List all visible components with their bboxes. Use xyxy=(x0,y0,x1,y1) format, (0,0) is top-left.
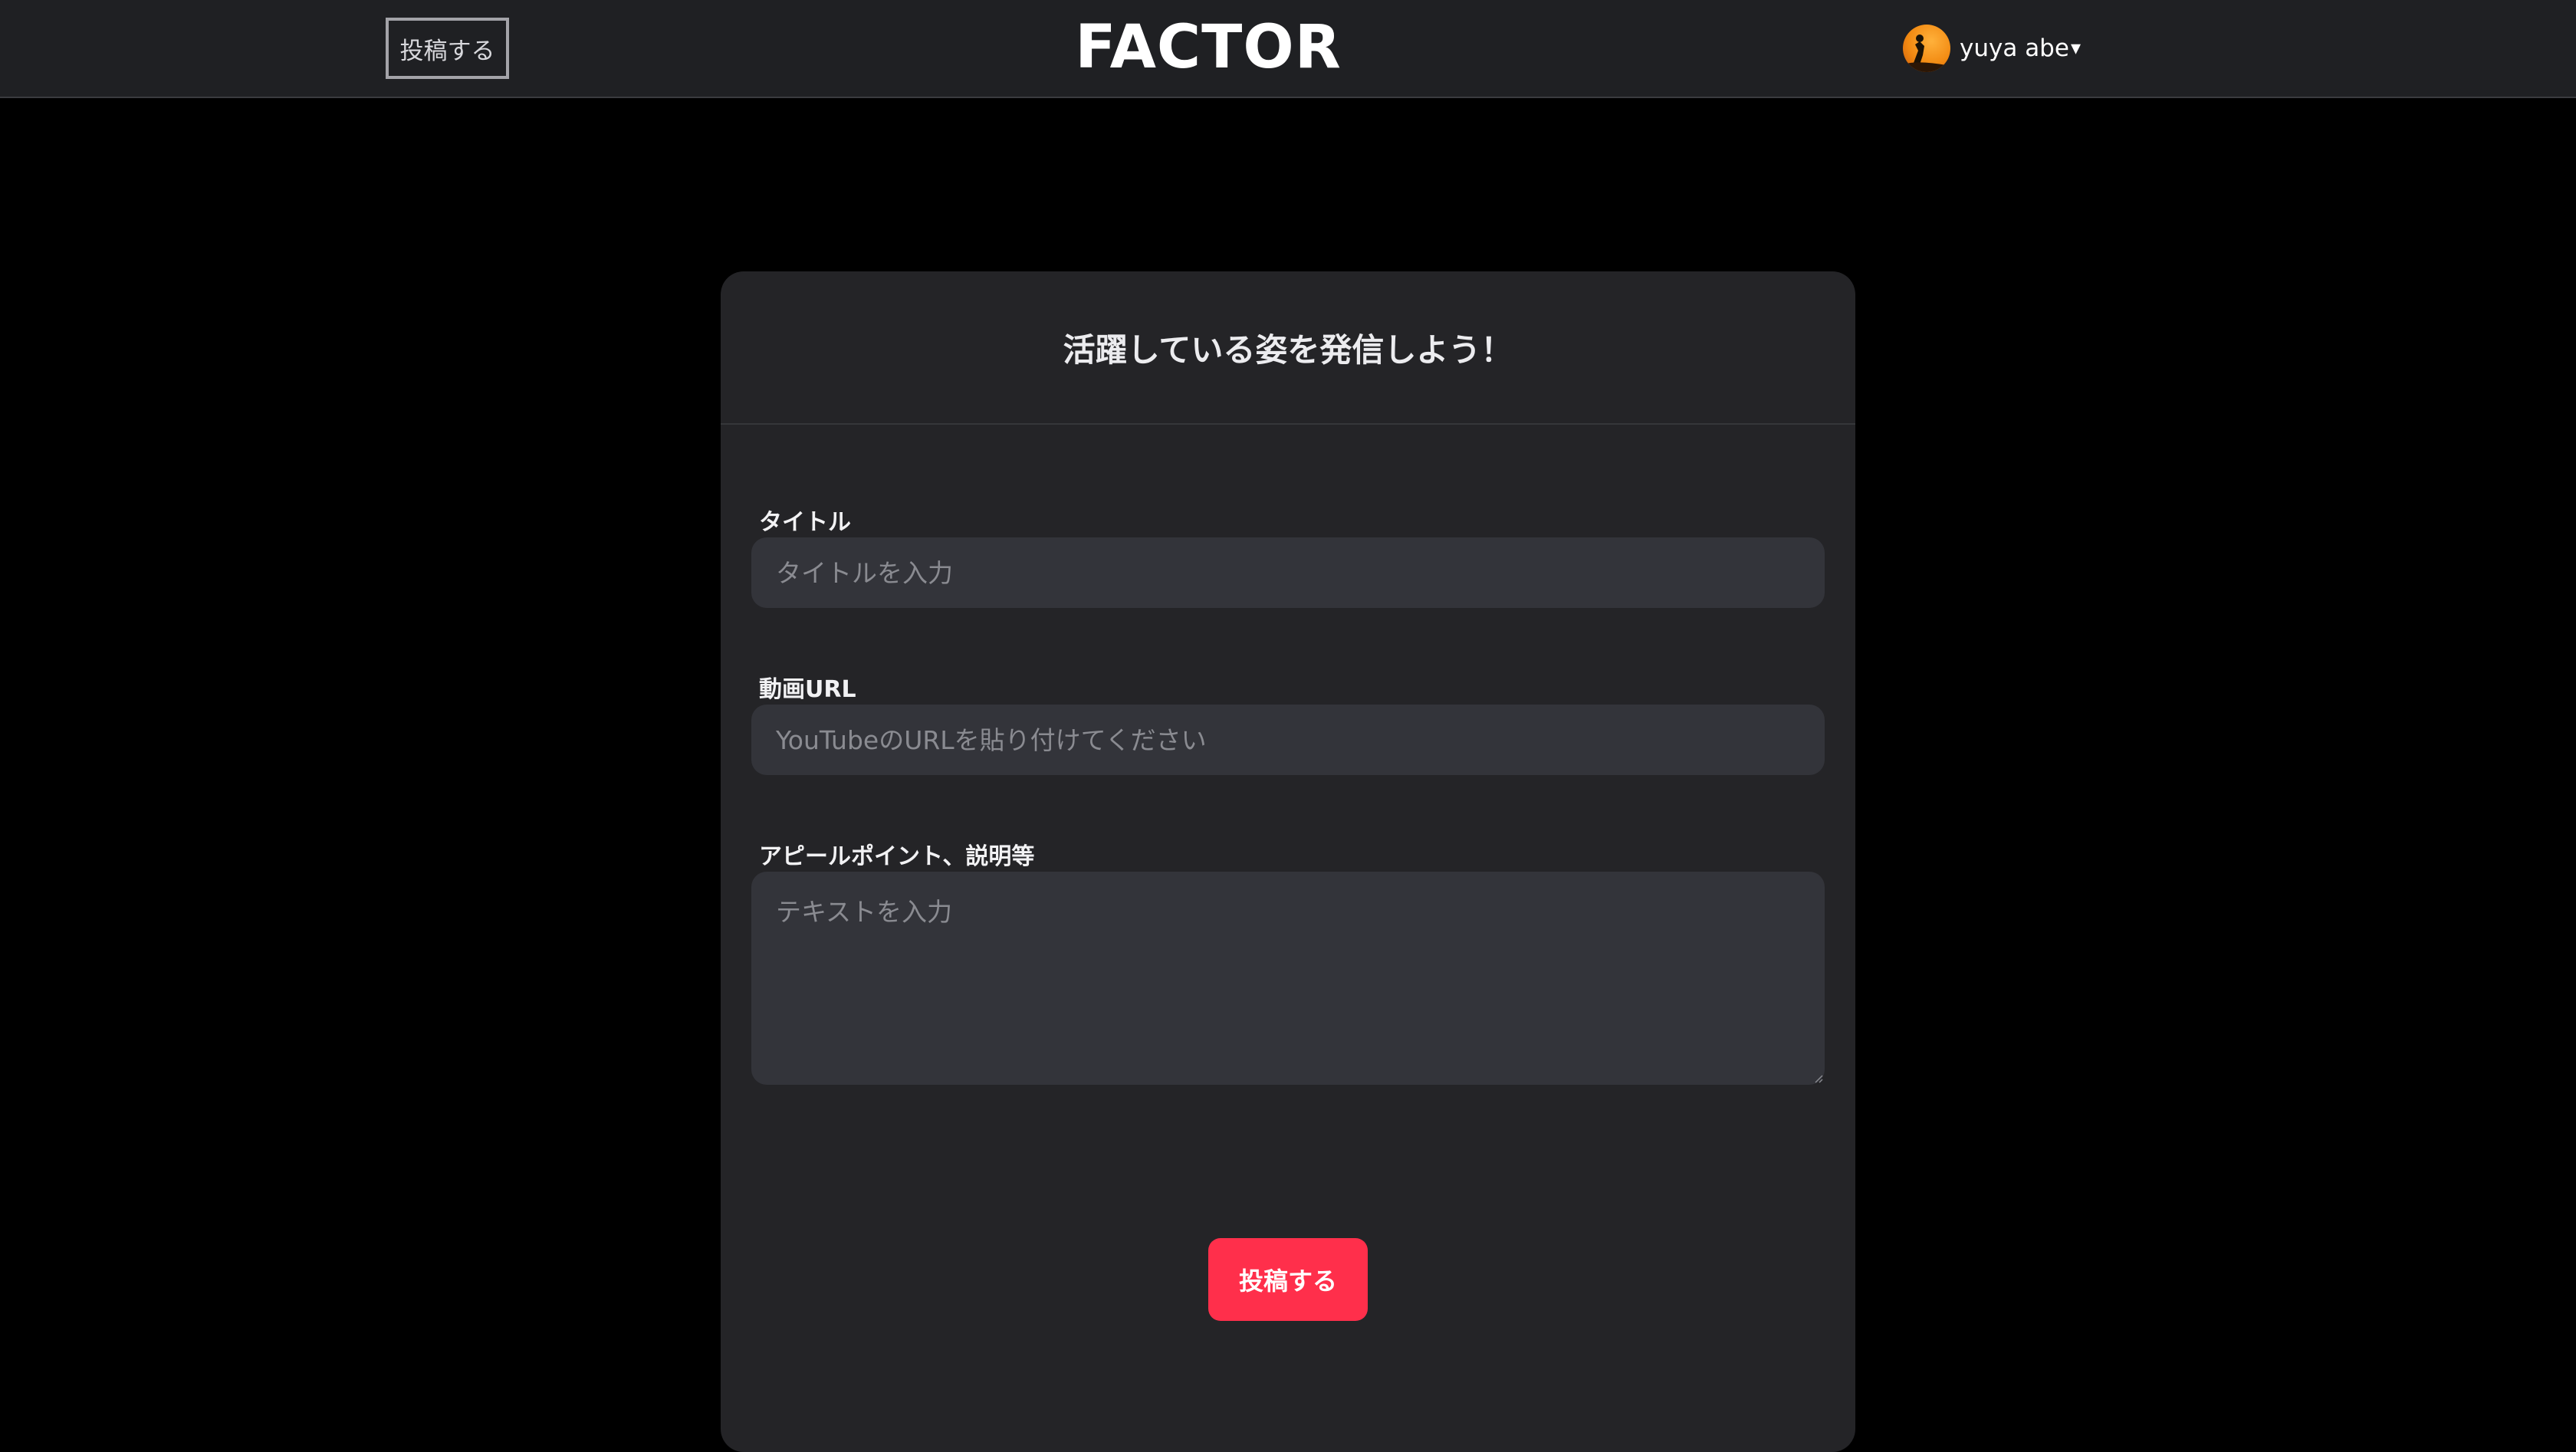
post-form-card: 活躍している姿を発信しよう！ タイトル 動画URL アピールポイント、説明等 投… xyxy=(721,271,1855,1452)
video-url-input[interactable] xyxy=(751,705,1825,775)
user-name: yuya abe xyxy=(1960,34,2069,62)
top-navbar: 投稿する FACTOR yuya abe ▾ xyxy=(0,0,2576,98)
title-input[interactable] xyxy=(751,537,1825,608)
submit-post-button[interactable]: 投稿する xyxy=(1208,1238,1368,1321)
header-post-button[interactable]: 投稿する xyxy=(386,18,509,79)
title-label: タイトル xyxy=(759,509,851,536)
resize-handle-icon[interactable] xyxy=(1814,1074,1823,1083)
description-textarea[interactable] xyxy=(751,872,1825,1085)
chevron-down-icon: ▾ xyxy=(2070,37,2081,60)
description-label: アピールポイント、説明等 xyxy=(759,843,1035,870)
factor-logo[interactable]: FACTOR xyxy=(1075,11,1341,84)
form-title: 活躍している姿を発信しよう！ xyxy=(721,271,1855,425)
avatar-silhouette-icon xyxy=(1903,34,1950,72)
user-avatar xyxy=(1903,25,1950,72)
video-url-label: 動画URL xyxy=(759,676,856,703)
user-menu[interactable]: yuya abe ▾ xyxy=(1903,23,2081,74)
